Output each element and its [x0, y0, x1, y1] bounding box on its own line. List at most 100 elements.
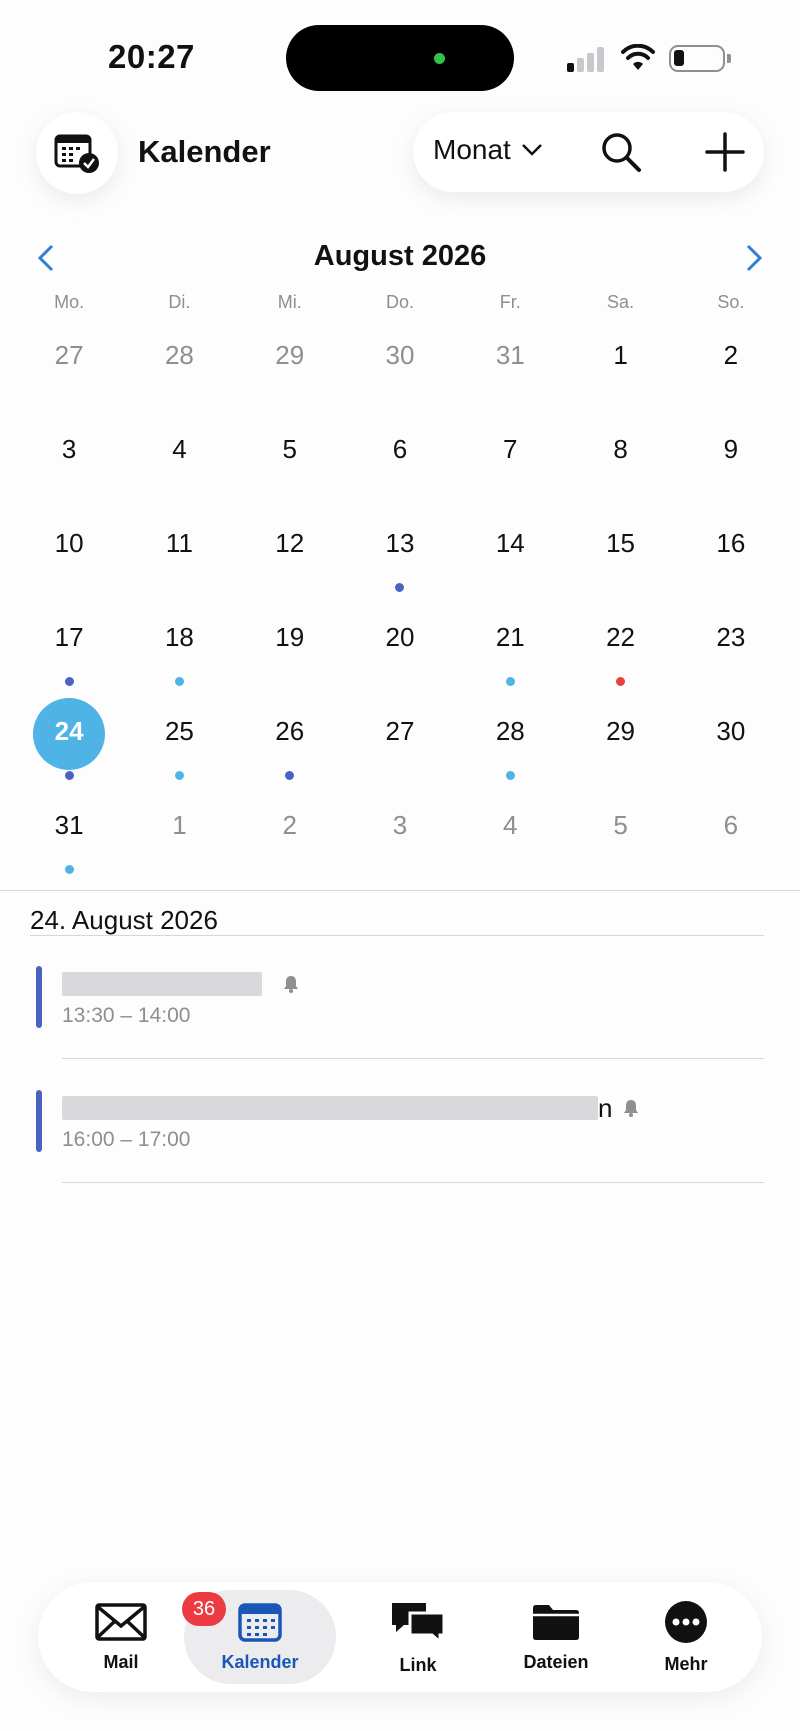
- day-cell[interactable]: 28: [455, 684, 565, 780]
- day-cell[interactable]: 27: [345, 684, 455, 778]
- day-number: 13: [385, 528, 415, 558]
- day-cell[interactable]: 8: [565, 402, 675, 496]
- calendar-check-icon: [54, 134, 99, 173]
- day-number: 29: [606, 716, 636, 746]
- day-number: 12: [275, 528, 305, 558]
- day-cell[interactable]: 26: [235, 684, 345, 780]
- app-switcher-button[interactable]: [36, 112, 118, 194]
- day-cell[interactable]: 10: [14, 496, 124, 590]
- plus-icon[interactable]: [703, 130, 747, 174]
- day-cell[interactable]: 18: [124, 590, 234, 686]
- day-cell[interactable]: 21: [455, 590, 565, 686]
- day-cell[interactable]: 16: [676, 496, 786, 590]
- bell-icon: [624, 1100, 639, 1117]
- cellular-signal-icon: [567, 46, 607, 72]
- chevron-down-icon: [521, 144, 542, 156]
- event-item[interactable]: n 16:00 – 17:00: [36, 1090, 764, 1210]
- search-icon[interactable]: [599, 130, 643, 174]
- day-number: 27: [54, 340, 84, 370]
- day-number: 4: [172, 434, 187, 464]
- event-item[interactable]: 13:30 – 14:00: [36, 966, 764, 1086]
- view-mode-label: Monat: [433, 134, 511, 165]
- day-cell[interactable]: 25: [124, 684, 234, 780]
- tab-label: Mehr: [664, 1653, 708, 1674]
- day-number: 17: [54, 622, 84, 652]
- day-cell[interactable]: 27: [14, 308, 124, 402]
- day-cell[interactable]: 6: [345, 402, 455, 496]
- day-cell[interactable]: 30: [345, 308, 455, 402]
- tab-mail[interactable]: Mail 36: [78, 1582, 226, 1692]
- camera-indicator-dot: [434, 53, 445, 64]
- day-number: 8: [613, 434, 628, 464]
- event-indicator-dot: [64, 865, 74, 874]
- day-number: 25: [164, 716, 194, 746]
- day-cell[interactable]: 1: [124, 778, 234, 872]
- day-cell[interactable]: 29: [565, 684, 675, 778]
- day-cell[interactable]: 5: [565, 778, 675, 872]
- day-number: 11: [165, 528, 193, 558]
- tab-link[interactable]: Link: [358, 1582, 478, 1692]
- day-number: 18: [164, 622, 194, 652]
- redacted-text: [62, 972, 262, 996]
- day-number: 3: [61, 434, 77, 464]
- divider: [30, 935, 764, 936]
- day-number: 20: [385, 622, 415, 652]
- day-cell[interactable]: 29: [235, 308, 345, 402]
- day-cell[interactable]: 28: [124, 308, 234, 402]
- event-time: 13:30 – 14:00: [62, 1004, 191, 1027]
- mail-icon: [95, 1602, 147, 1641]
- day-cell[interactable]: 19: [235, 590, 345, 684]
- day-cell[interactable]: 31: [14, 778, 124, 874]
- day-cell[interactable]: 11: [124, 496, 234, 590]
- day-cell[interactable]: 6: [676, 778, 786, 872]
- day-cell[interactable]: 3: [14, 402, 124, 496]
- day-number: 27: [385, 716, 415, 746]
- day-number: 19: [275, 622, 305, 652]
- day-cell[interactable]: 17: [14, 590, 124, 686]
- calendar-screen: 20:27 Kalender Monat August 2026 Mo. Di.…: [0, 0, 800, 1731]
- event-time: 16:00 – 17:00: [62, 1128, 191, 1151]
- month-title: August 2026: [313, 240, 487, 272]
- day-cell[interactable]: 14: [455, 496, 565, 590]
- day-cell[interactable]: 7: [455, 402, 565, 496]
- agenda-date: 24. August 2026: [30, 905, 218, 935]
- day-cell[interactable]: 20: [345, 590, 455, 684]
- day-number: 21: [495, 622, 525, 652]
- day-cell[interactable]: 1: [565, 308, 675, 402]
- day-cell[interactable]: 12: [235, 496, 345, 590]
- day-number: 30: [716, 716, 746, 746]
- month-grid: 27 28 29 30 31 1 2 3 4 5 6 7 8 9 10 11 12 13 14 15 16 17 18 19 2…: [14, 308, 786, 874]
- tab-calendar[interactable]: Kalender: [184, 1582, 336, 1692]
- day-cell[interactable]: 22: [565, 590, 675, 686]
- day-cell[interactable]: 4: [124, 402, 234, 496]
- day-cell-today[interactable]: 24: [14, 684, 124, 780]
- tab-label: Kalender: [221, 1651, 299, 1672]
- chat-bubbles-icon: [392, 1602, 446, 1645]
- day-number: 16: [716, 528, 746, 558]
- tab-files[interactable]: Dateien: [494, 1582, 618, 1692]
- day-cell[interactable]: 9: [676, 402, 786, 496]
- day-number: 5: [613, 810, 628, 840]
- status-time: 20:27: [108, 38, 195, 75]
- day-cell[interactable]: 5: [235, 402, 345, 496]
- day-cell[interactable]: 2: [676, 308, 786, 402]
- day-cell[interactable]: 15: [565, 496, 675, 590]
- view-mode-select[interactable]: Monat: [433, 134, 543, 166]
- day-number: 6: [392, 434, 408, 464]
- next-month-button[interactable]: [738, 240, 770, 276]
- tab-bar: Mail 36 Kalender Link Dateien Mehr: [38, 1582, 762, 1692]
- calendar-icon: [238, 1602, 282, 1642]
- event-title: n: [62, 1093, 640, 1123]
- day-cell[interactable]: 2: [235, 778, 345, 872]
- event-color-bar: [36, 1090, 42, 1152]
- day-cell[interactable]: 4: [455, 778, 565, 872]
- day-cell[interactable]: 30: [676, 684, 786, 778]
- more-icon: [665, 1600, 707, 1643]
- day-cell[interactable]: 13: [345, 496, 455, 592]
- day-number: 31: [54, 810, 84, 840]
- day-cell[interactable]: 23: [676, 590, 786, 684]
- tab-more[interactable]: Mehr: [638, 1582, 734, 1692]
- day-cell[interactable]: 3: [345, 778, 455, 872]
- day-cell[interactable]: 31: [455, 308, 565, 402]
- day-number: 23: [716, 622, 746, 652]
